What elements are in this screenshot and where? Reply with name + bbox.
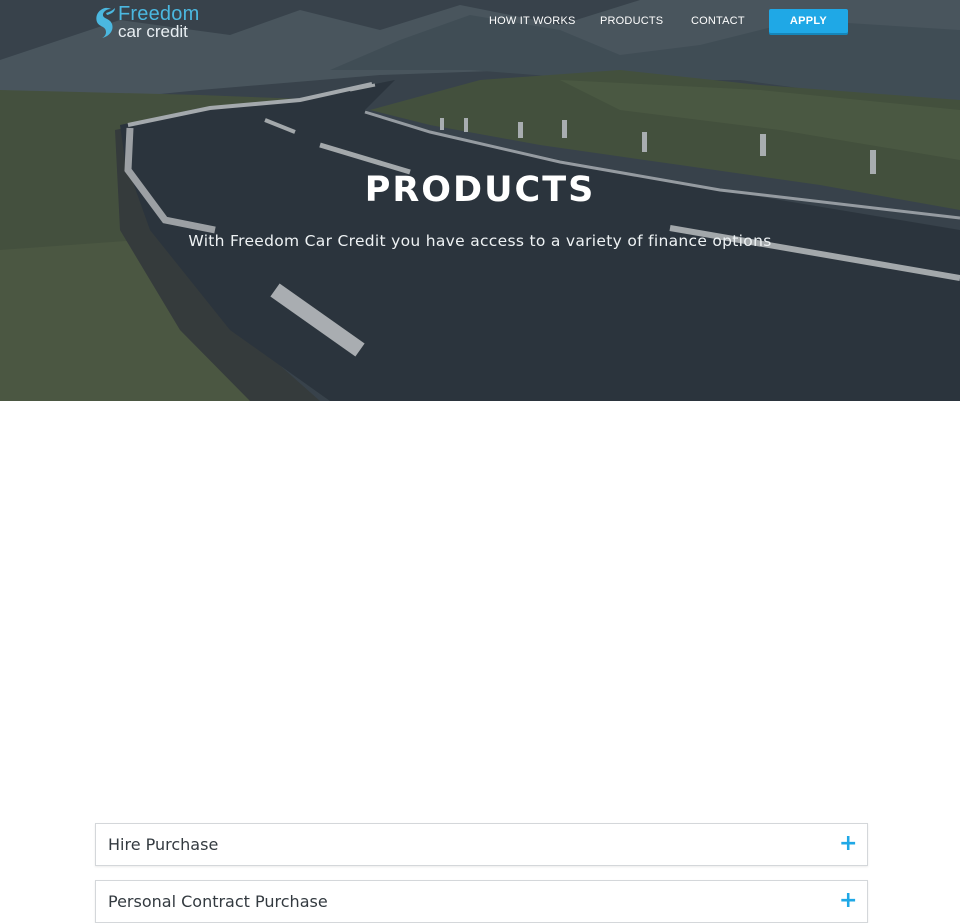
page-subtitle: With Freedom Car Credit you have access … (188, 232, 772, 250)
plus-icon[interactable]: + (839, 833, 857, 855)
brand-name-line2: car credit (118, 22, 188, 41)
top-navigation: Freedom car credit HOW IT WORKS PRODUCTS… (0, 0, 960, 44)
accordion-item-label: Personal Contract Purchase (108, 892, 328, 911)
plus-icon[interactable]: + (839, 890, 857, 912)
accordion-item-personal-contract-purchase[interactable]: Personal Contract Purchase + (95, 880, 868, 923)
nav-link-how-it-works[interactable]: HOW IT WORKS (489, 15, 576, 27)
accordion-item-label: Hire Purchase (108, 835, 219, 854)
brand-logo-icon (96, 7, 115, 38)
brand-logo[interactable]: Freedom car credit (94, 4, 214, 40)
accordion-item-hire-purchase[interactable]: Hire Purchase + (95, 823, 868, 866)
nav-link-products[interactable]: PRODUCTS (600, 15, 663, 27)
apply-button[interactable]: APPLY (769, 9, 848, 33)
nav-link-contact[interactable]: CONTACT (691, 15, 745, 27)
page-title: PRODUCTS (364, 170, 596, 210)
brand-name-line1: Freedom (118, 3, 200, 25)
hero-banner: Freedom car credit HOW IT WORKS PRODUCTS… (0, 0, 960, 401)
